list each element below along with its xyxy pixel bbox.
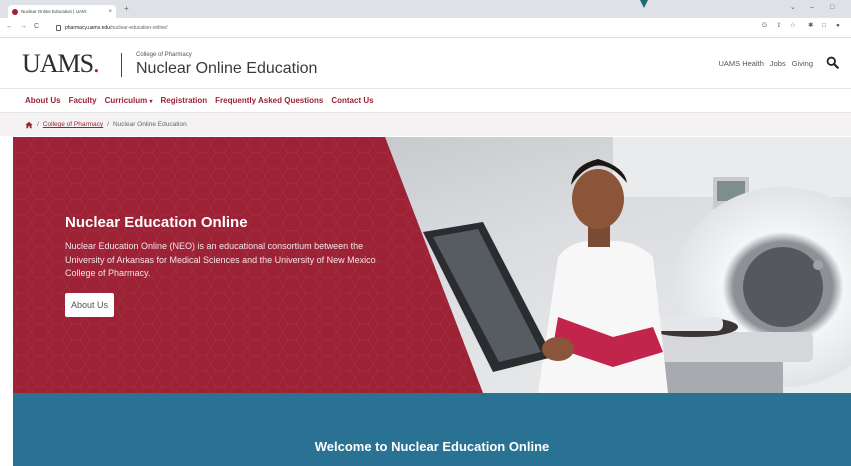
hero-title: Nuclear Education Online <box>65 214 248 231</box>
bookmark-star-icon[interactable]: ☆ <box>790 22 796 30</box>
browser-window: Nuclear Online Education | UAM: × + ⌄ – … <box>0 0 851 466</box>
site-title[interactable]: Nuclear Online Education <box>136 60 317 78</box>
back-icon[interactable]: ← <box>6 23 13 30</box>
breadcrumb: / College of Pharmacy / Nuclear Online E… <box>0 113 851 136</box>
hero-banner: Nuclear Education Online Nuclear Educati… <box>13 137 851 393</box>
site-header: UAMS. College of Pharmacy Nuclear Online… <box>0 39 851 89</box>
jobs-link[interactable]: Jobs <box>770 59 786 68</box>
restore-icon[interactable]: □ <box>830 4 834 11</box>
nav-registration[interactable]: Registration <box>161 96 208 105</box>
lock-icon <box>56 25 61 31</box>
nav-curriculum[interactable]: Curriculum ▾ <box>105 96 153 105</box>
breadcrumb-separator: / <box>37 121 39 128</box>
hero-description: Nuclear Education Online (NEO) is an edu… <box>65 241 376 278</box>
home-icon[interactable] <box>25 121 33 129</box>
new-tab-icon[interactable]: + <box>124 5 129 13</box>
uams-logo[interactable]: UAMS. <box>22 51 100 77</box>
tab-search-icon[interactable]: ⌄ <box>790 4 796 11</box>
browser-toolbar: ← → C pharmacy.uams.edu/nuclear-educatio… <box>0 18 851 38</box>
search-icon[interactable] <box>826 56 839 69</box>
tab-title: Nuclear Online Education | UAM: <box>21 9 87 14</box>
logo-divider <box>121 53 122 77</box>
chevron-down-icon: ▾ <box>149 99 153 105</box>
profile-icon[interactable]: ● <box>836 22 840 30</box>
nav-about-us[interactable]: About Us <box>25 96 61 105</box>
college-label: College of Pharmacy <box>136 52 192 58</box>
extensions-icon[interactable]: ✱ <box>808 22 813 30</box>
uams-health-link[interactable]: UAMS Health <box>718 59 763 68</box>
nav-contact-us[interactable]: Contact Us <box>331 96 373 105</box>
welcome-section: Welcome to Nuclear Education Online <box>13 393 851 466</box>
reload-icon[interactable]: C <box>34 23 39 30</box>
pointer-marker <box>640 0 648 8</box>
nav-faculty[interactable]: Faculty <box>69 96 97 105</box>
minimize-icon[interactable]: – <box>810 4 814 11</box>
share-icon[interactable]: ⇪ <box>776 22 781 30</box>
breadcrumb-college-link[interactable]: College of Pharmacy <box>43 121 103 128</box>
breadcrumb-current: Nuclear Online Education <box>112 121 187 128</box>
forward-icon[interactable]: → <box>20 23 27 30</box>
welcome-title: Welcome to Nuclear Education Online <box>314 439 550 454</box>
url-text: pharmacy.uams.edu/nuclear-education-onli… <box>65 25 168 31</box>
nav-faq[interactable]: Frequently Asked Questions <box>215 96 323 105</box>
browser-tab[interactable]: Nuclear Online Education | UAM: × <box>8 5 116 18</box>
side-panel-icon[interactable]: □ <box>822 22 826 30</box>
favicon-icon <box>12 8 18 15</box>
address-bar[interactable]: pharmacy.uams.edu/nuclear-education-onli… <box>56 22 516 34</box>
tab-strip: Nuclear Online Education | UAM: × + ⌄ – … <box>0 0 851 18</box>
utility-links: UAMS Health Jobs Giving <box>718 59 813 68</box>
about-us-button[interactable]: About Us <box>65 293 115 317</box>
giving-link[interactable]: Giving <box>792 59 813 68</box>
breadcrumb-separator: / <box>107 121 109 128</box>
google-icon[interactable]: G <box>762 22 767 30</box>
main-nav: About Us Faculty Curriculum ▾ Registrati… <box>0 89 851 113</box>
close-tab-icon[interactable]: × <box>108 9 112 15</box>
